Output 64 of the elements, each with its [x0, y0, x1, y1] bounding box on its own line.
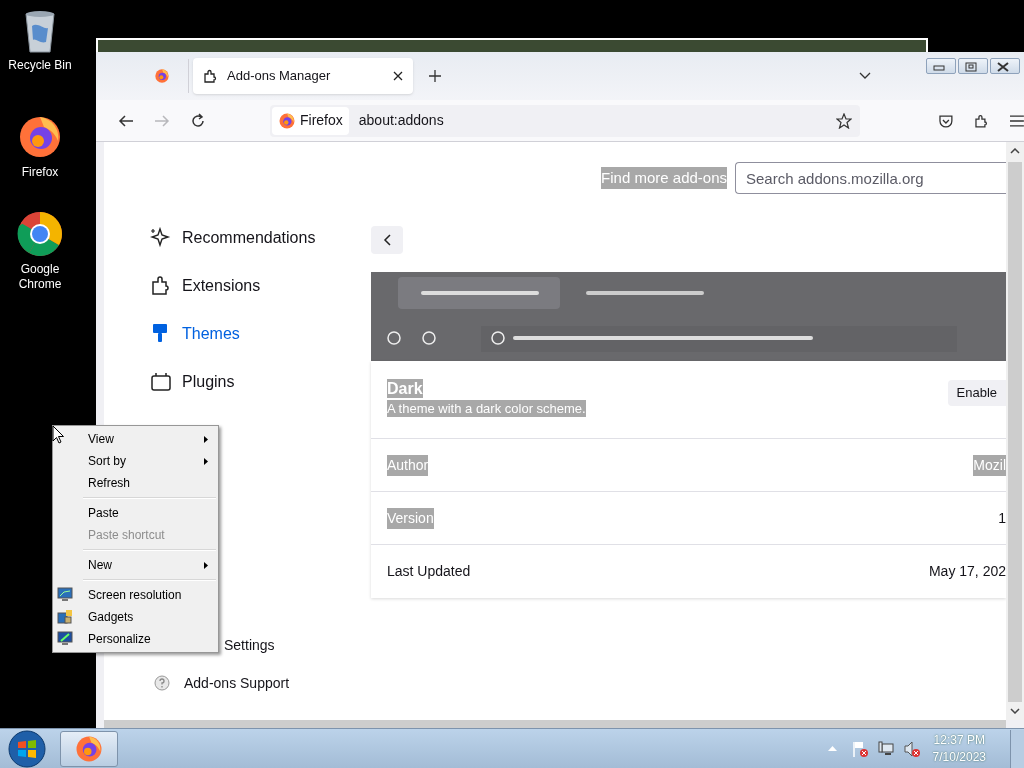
flag-icon[interactable] — [850, 739, 869, 758]
detail-value: May 17, 202 — [928, 562, 1006, 581]
chrome-logo-icon[interactable] — [16, 210, 64, 258]
sidebar-item[interactable]: Recommendations — [150, 214, 371, 262]
sidebar-link[interactable]: Add-ons Support — [150, 664, 371, 702]
sidebar-item[interactable]: Plugins — [150, 358, 371, 406]
search-field[interactable]: Search addons.mozilla.org — [735, 162, 1006, 194]
identity-button[interactable]: Firefox — [272, 106, 349, 135]
help-icon — [154, 675, 170, 691]
menu-item[interactable]: Personalize — [53, 628, 218, 650]
menu-item[interactable]: Paste — [53, 502, 218, 524]
firefox-logo-icon — [278, 111, 296, 130]
mouse-cursor-icon — [52, 425, 65, 444]
plug-in-icon — [150, 371, 172, 393]
scroll-up-icon[interactable] — [1010, 148, 1020, 154]
browser-tab[interactable]: Add-ons Manager — [193, 58, 413, 94]
start-button[interactable] — [8, 729, 46, 768]
desktop-icon-label[interactable]: Recycle Bin — [4, 58, 76, 73]
reload-icon[interactable] — [190, 112, 206, 129]
submenu-arrow-icon — [204, 435, 208, 443]
pocket-icon[interactable] — [938, 112, 955, 129]
menu-item[interactable]: New — [53, 554, 218, 576]
network-icon[interactable] — [876, 739, 895, 758]
menu-item[interactable]: Gadgets — [53, 606, 218, 628]
theme-description: A theme with a dark color scheme. — [387, 400, 586, 417]
desktop-icon-label[interactable]: Firefox — [4, 165, 76, 180]
speaker-muted-icon[interactable] — [902, 739, 921, 758]
submenu-arrow-icon — [204, 457, 208, 465]
back-button[interactable] — [371, 226, 403, 254]
menu-item[interactable]: Sort by — [53, 450, 218, 472]
display-icon — [57, 587, 73, 603]
detail-label: Version — [387, 507, 434, 529]
url-text: about:addons — [358, 111, 445, 130]
back-arrow-icon[interactable] — [118, 112, 134, 129]
theme-name: Dark — [387, 379, 423, 398]
submenu-arrow-icon — [204, 561, 208, 569]
star-icon[interactable] — [836, 112, 853, 129]
firefox-view-icon[interactable] — [154, 68, 170, 84]
address-bar[interactable]: Firefox about:addons — [270, 104, 861, 137]
scroll-down-icon[interactable] — [1010, 708, 1020, 714]
detail-value: 1 — [998, 508, 1006, 528]
close-icon[interactable] — [393, 71, 403, 81]
desktop-icon-label[interactable]: Google Chrome — [4, 262, 76, 292]
new-tab-icon[interactable] — [429, 70, 441, 82]
sidebar-item[interactable]: Extensions — [150, 262, 371, 310]
chevron-down-icon[interactable] — [859, 72, 871, 80]
tab-title: Add-ons Manager — [227, 67, 332, 86]
puzzle-piece-icon — [203, 68, 219, 84]
gadgets-icon — [57, 609, 73, 625]
personalize-icon — [57, 631, 73, 647]
enable-button[interactable]: Enable — [947, 380, 1006, 406]
detail-label: Author — [387, 454, 429, 476]
sparkle-icon — [150, 227, 172, 249]
puzzle-piece-icon — [150, 275, 172, 297]
chevron-left-icon — [383, 234, 391, 246]
menu-icon[interactable] — [1010, 114, 1024, 127]
minimize-button[interactable] — [926, 58, 956, 74]
taskbar-firefox-button[interactable] — [60, 730, 118, 767]
detail-label: Last Updated — [387, 562, 471, 581]
menu-item[interactable]: Refresh — [53, 472, 218, 494]
close-button[interactable] — [990, 58, 1020, 74]
detail-value: Mozil — [973, 454, 1006, 476]
menu-item[interactable]: Screen resolution — [53, 584, 218, 606]
sidebar-item[interactable]: Themes — [150, 310, 371, 358]
